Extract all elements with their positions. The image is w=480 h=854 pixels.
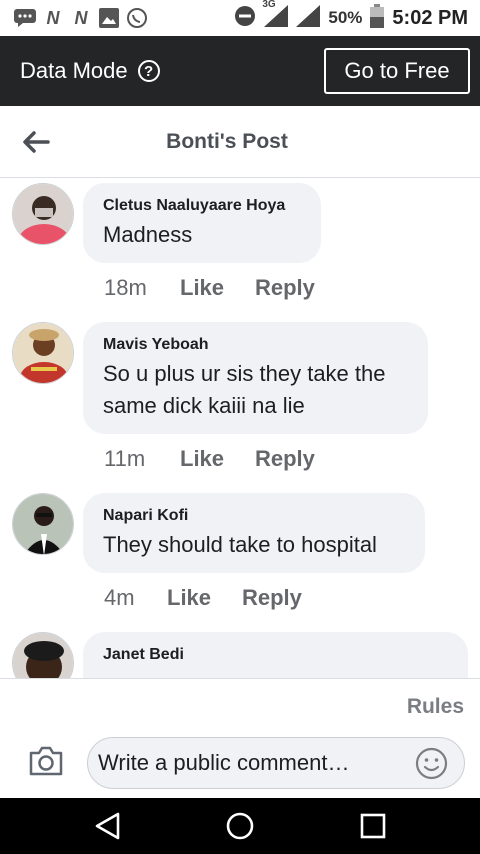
recents-icon[interactable] — [357, 810, 389, 842]
comment-composer: Rules Write a public comment… — [0, 678, 480, 798]
avatar[interactable] — [12, 632, 74, 678]
comment-author[interactable]: Mavis Yeboah — [103, 336, 408, 354]
page-title: Bonti's Post — [166, 130, 288, 153]
comment-author[interactable]: Cletus Naaluyaare Hoya — [103, 197, 301, 215]
like-button[interactable]: Like — [180, 275, 255, 301]
comment-placeholder: Write a public comment… — [98, 750, 350, 775]
clock: 5:02 PM — [392, 6, 468, 29]
comment-actions: 18m Like Reply — [104, 275, 315, 301]
comment-bubble[interactable]: Janet Bedi — [83, 632, 468, 678]
android-nav-bar — [0, 798, 480, 854]
camera-icon[interactable] — [28, 745, 64, 777]
comment-bubble[interactable]: Cletus Naaluyaare Hoya Madness — [83, 183, 321, 263]
home-icon[interactable] — [224, 810, 256, 842]
comment-author[interactable]: Janet Bedi — [103, 646, 448, 664]
back-icon[interactable] — [92, 810, 124, 842]
smiley-icon[interactable] — [415, 747, 448, 780]
avatar[interactable] — [12, 493, 74, 555]
comment-input[interactable]: Write a public comment… — [87, 737, 465, 789]
like-button[interactable]: Like — [180, 446, 255, 472]
battery-icon — [370, 3, 385, 33]
comments-list: Cletus Naaluyaare Hoya Madness 18m Like … — [0, 179, 480, 678]
comment-time[interactable]: 4m — [104, 585, 167, 611]
comment-text: Madness — [103, 222, 193, 247]
comment-author[interactable]: Napari Kofi — [103, 507, 405, 525]
avatar[interactable] — [12, 322, 74, 384]
like-button[interactable]: Like — [167, 585, 242, 611]
go-to-free-button[interactable]: Go to Free — [324, 48, 470, 94]
reply-button[interactable]: Reply — [255, 275, 315, 301]
signal-icon — [296, 4, 321, 32]
battery-percent: 50% — [328, 8, 363, 27]
whatsapp-icon — [126, 8, 148, 28]
comment-actions: 4m Like Reply — [104, 585, 302, 611]
signal-icon: 3G — [262, 0, 289, 32]
data-mode-banner: Data Mode ? Go to Free — [0, 36, 480, 106]
rules-link[interactable]: Rules — [407, 695, 464, 719]
reply-button[interactable]: Reply — [255, 446, 315, 472]
comment-text: They should take to hospital — [103, 532, 377, 557]
gallery-icon — [98, 8, 120, 28]
comment-time[interactable]: 11m — [104, 446, 180, 472]
comment-time[interactable]: 18m — [104, 275, 180, 301]
n-app-icon: N — [46, 7, 60, 28]
network-type: 3G — [262, 0, 276, 10]
comment-bubble[interactable]: Napari Kofi They should take to hospital — [83, 493, 425, 573]
do-not-disturb-icon — [234, 5, 256, 32]
post-header: Bonti's Post — [0, 106, 480, 178]
help-icon[interactable]: ? — [137, 60, 160, 82]
avatar[interactable] — [12, 183, 74, 245]
comment-bubble[interactable]: Mavis Yeboah So u plus ur sis they take … — [83, 322, 428, 434]
status-bar: N N 3G 50% 5:02 PM — [0, 0, 480, 36]
comment-text: So u plus ur sis they take the same dick… — [103, 361, 386, 418]
data-mode-label: Data Mode — [20, 58, 128, 83]
n-app-icon: N — [74, 7, 88, 28]
messages-icon — [14, 8, 36, 28]
reply-button[interactable]: Reply — [242, 585, 302, 611]
comment-actions: 11m Like Reply — [104, 446, 315, 472]
